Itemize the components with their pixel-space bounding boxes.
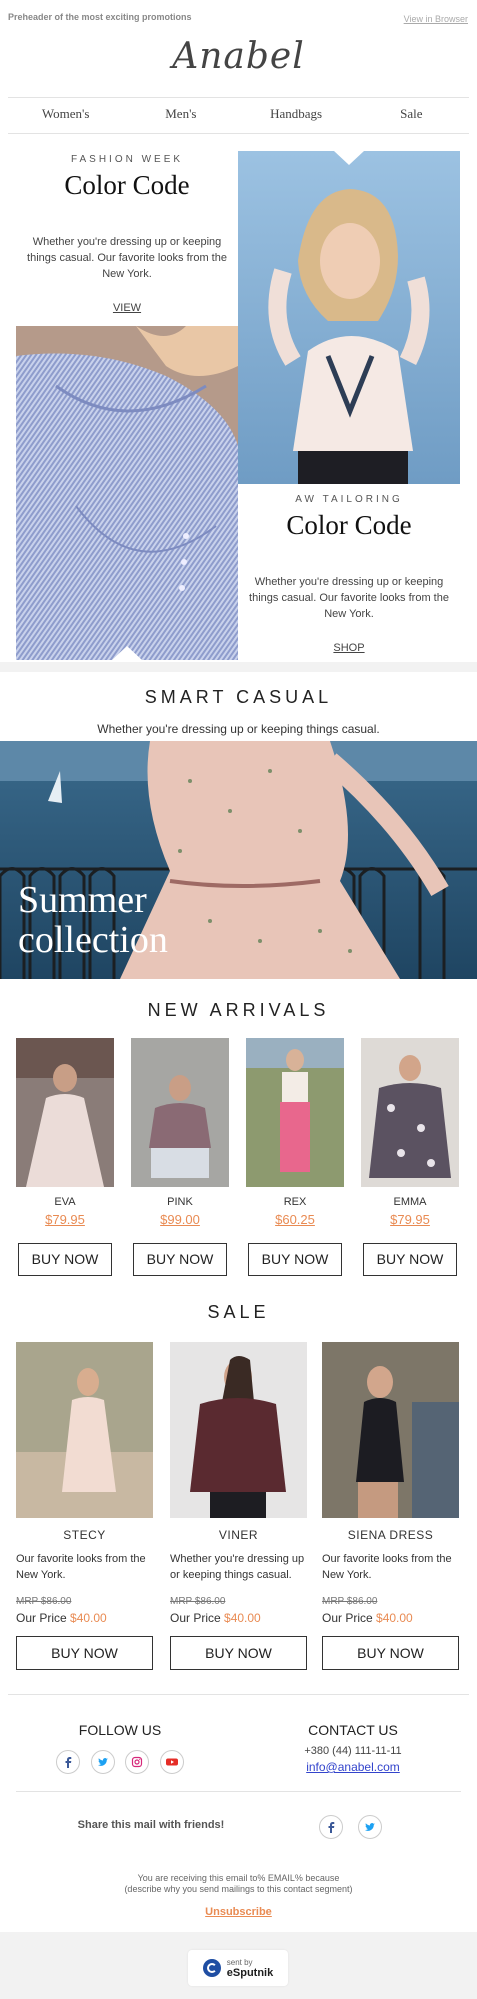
youtube-icon[interactable] bbox=[159, 1750, 184, 1774]
nav-sale[interactable]: Sale bbox=[354, 98, 469, 130]
sale-item-mrp: MRP $86.00 bbox=[170, 1596, 226, 1607]
hero-left-title: Color Code bbox=[64, 170, 190, 200]
buy-now-button-emma[interactable]: BUY NOW bbox=[363, 1243, 457, 1276]
footer-divider-top bbox=[8, 1694, 469, 1695]
smart-casual-subtitle: Whether you're dressing up or keeping th… bbox=[97, 722, 380, 736]
hero-left-photo[interactable] bbox=[16, 326, 238, 660]
nav-divider-bottom bbox=[8, 133, 469, 134]
sale-item-name: VINER bbox=[218, 1528, 259, 1542]
sale-price-value: $40.00 bbox=[224, 1611, 261, 1625]
notice-line-1: You are receiving this email to% EMAIL% … bbox=[137, 1873, 340, 1883]
product-price[interactable]: $79.95 bbox=[16, 1212, 114, 1227]
hero-left-copy: Whether you're dressing up or keeping th… bbox=[27, 236, 227, 280]
buy-now-button-rex[interactable]: BUY NOW bbox=[248, 1243, 342, 1276]
our-price-label: Our Price bbox=[170, 1611, 221, 1625]
preheader-text: Preheader of the most exciting promotion… bbox=[8, 12, 192, 22]
main-nav: Women's Men's Handbags Sale bbox=[8, 98, 469, 130]
product-image-eva[interactable] bbox=[16, 1038, 114, 1187]
product-image-pink[interactable] bbox=[131, 1038, 229, 1187]
sale-image-siena-dress[interactable] bbox=[322, 1342, 459, 1518]
footer-divider-middle bbox=[16, 1791, 461, 1792]
banner-line-2: collection bbox=[18, 919, 168, 961]
product-name: EMMA bbox=[393, 1196, 427, 1208]
share-text: Share this mail with friends! bbox=[77, 1819, 225, 1831]
sale-item-price: Our Price $40.00 bbox=[16, 1611, 107, 1625]
sale-title: SALE bbox=[207, 1302, 270, 1322]
buy-now-button-eva[interactable]: BUY NOW bbox=[18, 1243, 112, 1276]
section-gap bbox=[0, 662, 477, 672]
sale-image-viner[interactable] bbox=[170, 1342, 307, 1518]
buy-now-button-viner[interactable]: BUY NOW bbox=[170, 1636, 307, 1670]
esputnik-brand: eSputnik bbox=[226, 1967, 274, 1979]
product-image-emma[interactable] bbox=[361, 1038, 459, 1187]
sale-item-name: STECY bbox=[63, 1528, 106, 1542]
sale-item-copy: Our favorite looks from the New York. bbox=[322, 1553, 452, 1581]
product-name: REX bbox=[283, 1196, 307, 1208]
buy-now-button-pink[interactable]: BUY NOW bbox=[133, 1243, 227, 1276]
twitter-icon[interactable] bbox=[90, 1750, 115, 1774]
product-name: EVA bbox=[54, 1196, 76, 1208]
contact-us-heading: CONTACT US bbox=[308, 1722, 398, 1738]
brand-logo[interactable]: Anabel bbox=[0, 36, 477, 77]
sale-item-price: Our Price $40.00 bbox=[322, 1611, 413, 1625]
sale-item-mrp: MRP $86.00 bbox=[322, 1596, 378, 1607]
new-arrivals-title: NEW ARRIVALS bbox=[147, 1000, 330, 1020]
contact-email-link[interactable]: info@anabel.com bbox=[248, 1760, 458, 1774]
sale-item-copy: Whether you're dressing up or keeping th… bbox=[170, 1553, 305, 1581]
sale-image-stecy[interactable] bbox=[16, 1342, 153, 1518]
follow-us-heading: FOLLOW US bbox=[78, 1722, 162, 1738]
sale-price-value: $40.00 bbox=[376, 1611, 413, 1625]
banner-line-1: Summer bbox=[18, 879, 147, 921]
hero-left-view-link[interactable]: VIEW bbox=[16, 302, 238, 314]
buy-now-button-stecy[interactable]: BUY NOW bbox=[16, 1636, 153, 1670]
hero-right-title: Color Code bbox=[286, 510, 412, 540]
sale-item-mrp: MRP $86.00 bbox=[16, 1596, 72, 1607]
product-price[interactable]: $99.00 bbox=[131, 1212, 229, 1227]
view-in-browser-link[interactable]: View in Browser bbox=[404, 14, 468, 24]
nav-handbags[interactable]: Handbags bbox=[239, 98, 354, 130]
hero-right-copy: Whether you're dressing up or keeping th… bbox=[249, 576, 449, 620]
notice-line-2: (describe why you send mailings to this … bbox=[124, 1884, 353, 1894]
our-price-label: Our Price bbox=[322, 1611, 373, 1625]
share-icons-row bbox=[316, 1815, 385, 1839]
hero-right-shop-link[interactable]: SHOP bbox=[238, 642, 460, 654]
buy-now-button-siena-dress[interactable]: BUY NOW bbox=[322, 1636, 459, 1670]
sale-item-copy: Our favorite looks from the New York. bbox=[16, 1553, 146, 1581]
unsubscribe-link[interactable]: Unsubscribe bbox=[0, 1906, 477, 1918]
product-card-pink: PINK $99.00 bbox=[131, 1196, 229, 1227]
facebook-icon[interactable] bbox=[56, 1750, 81, 1774]
smart-casual-title: SMART CASUAL bbox=[144, 687, 333, 707]
sale-item-name: SIENA DRESS bbox=[347, 1528, 434, 1542]
nav-womens[interactable]: Women's bbox=[8, 98, 123, 130]
hero-left-eyebrow: FASHION WEEK bbox=[70, 154, 184, 165]
hero-right-photo[interactable] bbox=[238, 151, 460, 484]
notice-text: You are receiving this email to% EMAIL% … bbox=[0, 1873, 477, 1895]
banner-heading: Summer collection bbox=[18, 880, 168, 960]
nav-mens[interactable]: Men's bbox=[123, 98, 238, 130]
product-price[interactable]: $60.25 bbox=[246, 1212, 344, 1227]
sale-price-value: $40.00 bbox=[70, 1611, 107, 1625]
esputnik-badge[interactable]: sent by eSputnik bbox=[188, 1950, 288, 1986]
hero-right-eyebrow: AW TAILORING bbox=[295, 494, 403, 505]
sale-item-price: Our Price $40.00 bbox=[170, 1611, 261, 1625]
esputnik-logo-icon bbox=[202, 1959, 221, 1977]
product-card-rex: REX $60.25 bbox=[246, 1196, 344, 1227]
product-card-eva: EVA $79.95 bbox=[16, 1196, 114, 1227]
product-image-rex[interactable] bbox=[246, 1038, 344, 1187]
product-name: PINK bbox=[167, 1196, 193, 1208]
share-twitter-icon[interactable] bbox=[358, 1815, 383, 1839]
instagram-icon[interactable] bbox=[125, 1750, 150, 1774]
social-icons-row bbox=[16, 1750, 224, 1774]
our-price-label: Our Price bbox=[16, 1611, 67, 1625]
contact-phone[interactable]: +380 (44) 111-11-11 bbox=[248, 1745, 458, 1757]
product-card-emma: EMMA $79.95 bbox=[361, 1196, 459, 1227]
product-price[interactable]: $79.95 bbox=[361, 1212, 459, 1227]
share-facebook-icon[interactable] bbox=[319, 1815, 343, 1839]
